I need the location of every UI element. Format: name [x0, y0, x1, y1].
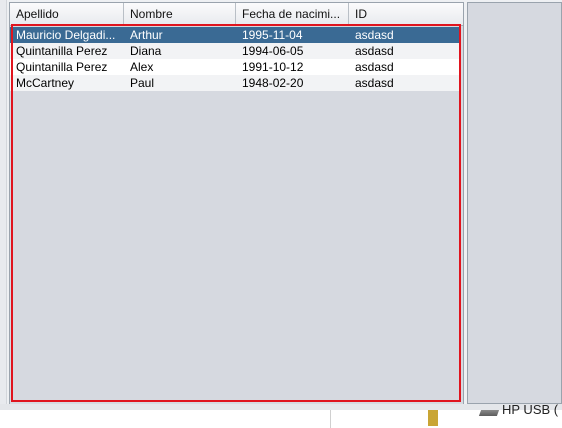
usb-drive-icon	[478, 410, 500, 416]
cell-fecha: 1948-02-20	[242, 76, 304, 90]
cell-fecha: 1995-11-04	[242, 28, 303, 42]
cell-fecha: 1994-06-05	[242, 44, 304, 58]
cell-apellido: Quintanilla Perez	[16, 44, 108, 58]
cell-nombre: Paul	[130, 76, 155, 90]
cell-apellido: Quintanilla Perez	[16, 60, 108, 74]
column-header-apellido[interactable]: Apellido	[10, 3, 124, 25]
column-header-id[interactable]: ID	[349, 3, 463, 25]
background-divider	[330, 410, 331, 428]
cell-apellido: McCartney	[16, 76, 75, 90]
side-panel	[467, 2, 562, 404]
table-row[interactable]: Quintanilla Perez Diana 1994-06-05 asdas…	[10, 43, 461, 59]
table-row[interactable]: Quintanilla Perez Alex 1991-10-12 asdasd	[10, 59, 461, 75]
cell-id: asdasd	[355, 28, 394, 42]
table-row[interactable]: Mauricio Delgadi... Arthur 1995-11-04 as…	[10, 27, 461, 43]
people-table[interactable]: Apellido Nombre Fecha de nacimi... ID Ma…	[9, 2, 464, 405]
cell-id: asdasd	[355, 76, 394, 90]
column-header-fecha[interactable]: Fecha de nacimi...	[236, 3, 349, 25]
table-body: Mauricio Delgadi... Arthur 1995-11-04 as…	[10, 27, 461, 91]
window-left-edge	[0, 0, 7, 410]
folder-icon	[428, 410, 438, 426]
app-window: Apellido Nombre Fecha de nacimi... ID Ma…	[0, 0, 562, 410]
cell-id: asdasd	[355, 44, 394, 58]
table-header: Apellido Nombre Fecha de nacimi... ID	[10, 3, 463, 26]
usb-drive-label[interactable]: HP USB (	[502, 402, 558, 417]
table-row[interactable]: McCartney Paul 1948-02-20 asdasd	[10, 75, 461, 91]
cell-id: asdasd	[355, 60, 394, 74]
column-header-nombre[interactable]: Nombre	[124, 3, 236, 25]
cell-nombre: Arthur	[130, 28, 163, 42]
background-desktop-strip	[0, 410, 562, 428]
cell-fecha: 1991-10-12	[242, 60, 304, 74]
cell-nombre: Alex	[130, 60, 154, 74]
cell-nombre: Diana	[130, 44, 162, 58]
cell-apellido: Mauricio Delgadi...	[16, 28, 116, 42]
